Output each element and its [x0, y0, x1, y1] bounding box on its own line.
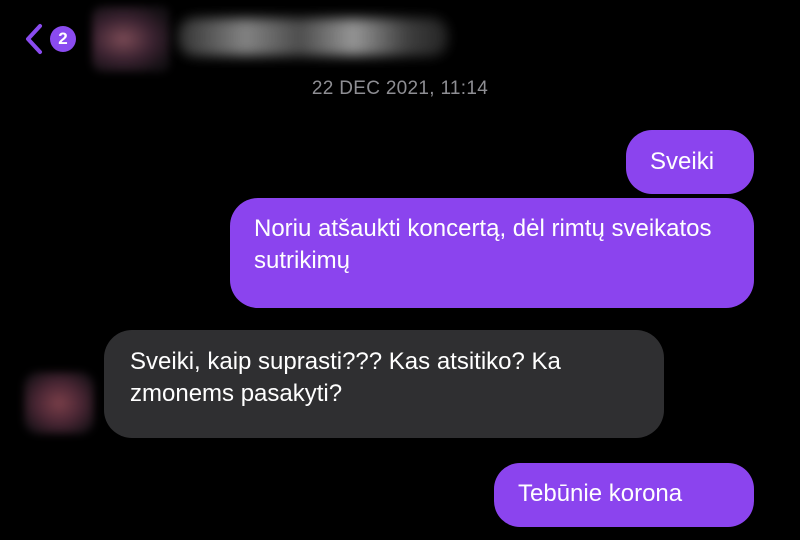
- back-button[interactable]: 2: [22, 22, 84, 56]
- unread-count-badge: 2: [50, 26, 76, 52]
- chat-header: 2: [0, 0, 800, 76]
- message-bubble-incoming[interactable]: Sveiki, kaip suprasti??? Kas atsitiko? K…: [104, 330, 664, 438]
- message-bubble-outgoing[interactable]: Sveiki: [626, 130, 754, 194]
- message-timestamp: 22 DEC 2021, 11:14: [311, 78, 489, 99]
- contact-avatar[interactable]: [92, 6, 170, 72]
- message-bubble-outgoing[interactable]: Noriu atšaukti koncertą, dėl rimtų sveik…: [230, 198, 754, 308]
- sender-avatar[interactable]: [24, 372, 94, 434]
- chevron-left-icon: [26, 24, 42, 54]
- message-bubble-outgoing[interactable]: Tebūnie korona: [494, 463, 754, 527]
- contact-name-blurred[interactable]: [178, 18, 448, 56]
